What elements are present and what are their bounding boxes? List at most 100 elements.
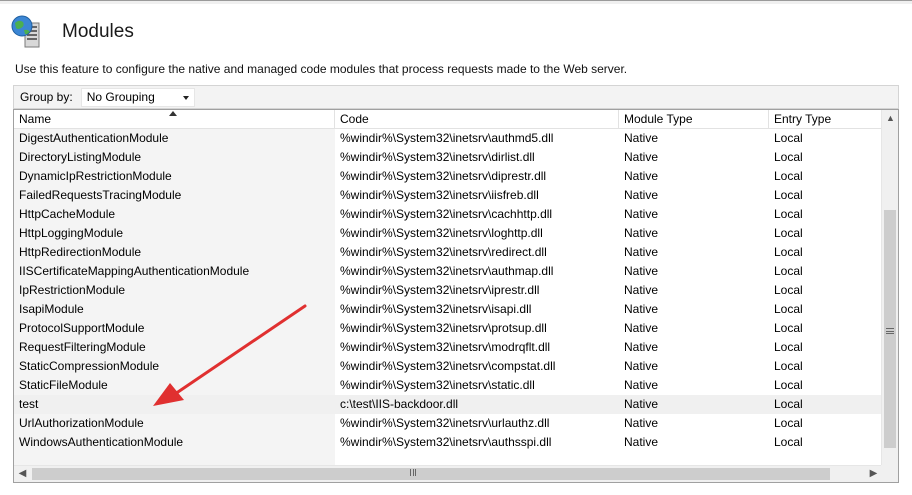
- module-type-cell: Native: [624, 359, 659, 373]
- module-code-cell: %windir%\System32\inetsrv\static.dll: [340, 378, 535, 392]
- table-row[interactable]: IpRestrictionModule %windir%\System32\ine…: [14, 281, 882, 300]
- group-by-dropdown[interactable]: No Grouping: [80, 87, 195, 107]
- module-code-cell: %windir%\System32\inetsrv\protsup.dll: [340, 321, 547, 335]
- module-code-cell: %windir%\System32\inetsrv\isapi.dll: [340, 302, 532, 316]
- group-by-label: Group by:: [20, 90, 73, 104]
- module-code-cell: %windir%\System32\inetsrv\urlauthz.dll: [340, 416, 550, 430]
- module-type-cell: Native: [624, 340, 659, 354]
- entry-type-cell: Local: [774, 226, 803, 240]
- table-row[interactable]: test c:\test\IIS-backdoor.dll Native Local: [14, 395, 882, 414]
- scroll-grip-icon: [886, 328, 894, 334]
- entry-type-cell: Local: [774, 264, 803, 278]
- module-code-cell: %windir%\System32\inetsrv\iisfreb.dll: [340, 188, 539, 202]
- scroll-right-icon[interactable]: ▶: [865, 466, 882, 482]
- module-code-cell: %windir%\System32\inetsrv\iprestr.dll: [340, 283, 540, 297]
- module-type-cell: Native: [624, 302, 659, 316]
- table-row[interactable]: HttpLoggingModule %windir%\System32\inets…: [14, 224, 882, 243]
- module-code-cell: %windir%\System32\inetsrv\dirlist.dll: [340, 150, 535, 164]
- sort-ascending-icon: [169, 111, 177, 116]
- module-type-cell: Native: [624, 207, 659, 221]
- module-name-cell: WindowsAuthenticationModule: [19, 435, 184, 449]
- module-name-cell: IpRestrictionModule: [19, 283, 126, 297]
- entry-type-cell: Local: [774, 416, 803, 430]
- horizontal-scroll-thumb[interactable]: [32, 468, 830, 480]
- page-title: Modules: [62, 21, 134, 42]
- module-name-cell: HttpLoggingModule: [19, 226, 124, 240]
- column-header-module-type[interactable]: Module Type: [619, 110, 769, 129]
- module-name-cell: UrlAuthorizationModule: [19, 416, 144, 430]
- table-row[interactable]: HttpCacheModule %windir%\System32\inetsrv…: [14, 205, 882, 224]
- table-row[interactable]: UrlAuthorizationModule %windir%\System32\…: [14, 414, 882, 433]
- module-type-cell: Native: [624, 397, 659, 411]
- window-top-border: [0, 0, 912, 4]
- table-row[interactable]: DirectoryListingModule %windir%\System32\…: [14, 148, 882, 167]
- module-name-cell: StaticCompressionModule: [19, 359, 160, 373]
- scroll-up-icon[interactable]: ▲: [882, 110, 898, 127]
- table-row[interactable]: FailedRequestsTracingModule %windir%\Syst…: [14, 186, 882, 205]
- entry-type-cell: Local: [774, 188, 803, 202]
- module-type-cell: Native: [624, 226, 659, 240]
- module-code-cell: %windir%\System32\inetsrv\authmap.dll: [340, 264, 554, 278]
- module-code-cell: %windir%\System32\inetsrv\authsspi.dll: [340, 435, 552, 449]
- entry-type-cell: Local: [774, 340, 803, 354]
- scroll-grip-icon: [410, 469, 416, 476]
- list-header: Name Code Module Type Entry Type: [14, 110, 882, 129]
- horizontal-scrollbar[interactable]: ◀ ▶: [14, 465, 882, 482]
- chevron-down-icon: [182, 95, 189, 100]
- module-type-cell: Native: [624, 264, 659, 278]
- module-code-cell: %windir%\System32\inetsrv\compstat.dll: [340, 359, 556, 373]
- table-row[interactable]: IISCertificateMappingAuthenticationModul…: [14, 262, 882, 281]
- table-row[interactable]: RequestFilteringModule %windir%\System32\…: [14, 338, 882, 357]
- module-type-cell: Native: [624, 245, 659, 259]
- module-code-cell: %windir%\System32\inetsrv\redirect.dll: [340, 245, 547, 259]
- table-row[interactable]: ProtocolSupportModule %windir%\System32\i…: [14, 319, 882, 338]
- module-code-cell: %windir%\System32\inetsrv\diprestr.dll: [340, 169, 547, 183]
- module-name-cell: RequestFilteringModule: [19, 340, 146, 354]
- entry-type-cell: Local: [774, 245, 803, 259]
- list-rows: DigestAuthenticationModule %windir%\Syste…: [14, 129, 882, 452]
- column-header-name[interactable]: Name: [14, 110, 335, 129]
- column-header-module-type-label: Module Type: [624, 112, 693, 126]
- column-header-name-label: Name: [19, 112, 52, 126]
- module-name-cell: IISCertificateMappingAuthenticationModul…: [19, 264, 250, 278]
- module-code-cell: %windir%\System32\inetsrv\loghttp.dll: [340, 226, 543, 240]
- entry-type-cell: Local: [774, 359, 803, 373]
- column-header-code[interactable]: Code: [335, 110, 619, 129]
- column-header-entry-type-label: Entry Type: [774, 112, 832, 126]
- module-code-cell: c:\test\IIS-backdoor.dll: [340, 397, 459, 411]
- table-row[interactable]: StaticFileModule %windir%\System32\inetsr…: [14, 376, 882, 395]
- module-name-cell: DirectoryListingModule: [19, 150, 142, 164]
- module-name-cell: IsapiModule: [19, 302, 84, 316]
- entry-type-cell: Local: [774, 169, 803, 183]
- module-type-cell: Native: [624, 321, 659, 335]
- entry-type-cell: Local: [774, 397, 803, 411]
- table-row[interactable]: HttpRedirectionModule %windir%\System32\i…: [14, 243, 882, 262]
- module-name-cell: DigestAuthenticationModule: [19, 131, 169, 145]
- module-type-cell: Native: [624, 131, 659, 145]
- scroll-left-icon[interactable]: ◀: [14, 466, 31, 482]
- entry-type-cell: Local: [774, 207, 803, 221]
- module-type-cell: Native: [624, 150, 659, 164]
- entry-type-cell: Local: [774, 131, 803, 145]
- table-row[interactable]: DynamicIpRestrictionModule %windir%\Syste…: [14, 167, 882, 186]
- table-row[interactable]: WindowsAuthenticationModule %windir%\Syst…: [14, 433, 882, 452]
- column-header-entry-type[interactable]: Entry Type: [769, 110, 882, 129]
- server-globe-icon: [10, 13, 48, 51]
- module-name-cell: StaticFileModule: [19, 378, 108, 392]
- entry-type-cell: Local: [774, 302, 803, 316]
- table-row[interactable]: DigestAuthenticationModule %windir%\Syste…: [14, 129, 882, 148]
- module-type-cell: Native: [624, 169, 659, 183]
- module-name-cell: DynamicIpRestrictionModule: [19, 169, 172, 183]
- module-type-cell: Native: [624, 416, 659, 430]
- table-row[interactable]: StaticCompressionModule %windir%\System32…: [14, 357, 882, 376]
- entry-type-cell: Local: [774, 378, 803, 392]
- table-row[interactable]: IsapiModule %windir%\System32\inetsrv\isa…: [14, 300, 882, 319]
- module-type-cell: Native: [624, 283, 659, 297]
- module-code-cell: %windir%\System32\inetsrv\modrqflt.dll: [340, 340, 551, 354]
- modules-list[interactable]: Name Code Module Type Entry Type DigestA…: [13, 109, 899, 483]
- feature-description: Use this feature to configure the native…: [15, 62, 628, 76]
- column-header-code-label: Code: [340, 112, 369, 126]
- group-by-toolbar: Group by: No Grouping: [13, 85, 899, 109]
- scroll-corner: [881, 465, 898, 482]
- vertical-scrollbar[interactable]: ▲: [881, 110, 898, 466]
